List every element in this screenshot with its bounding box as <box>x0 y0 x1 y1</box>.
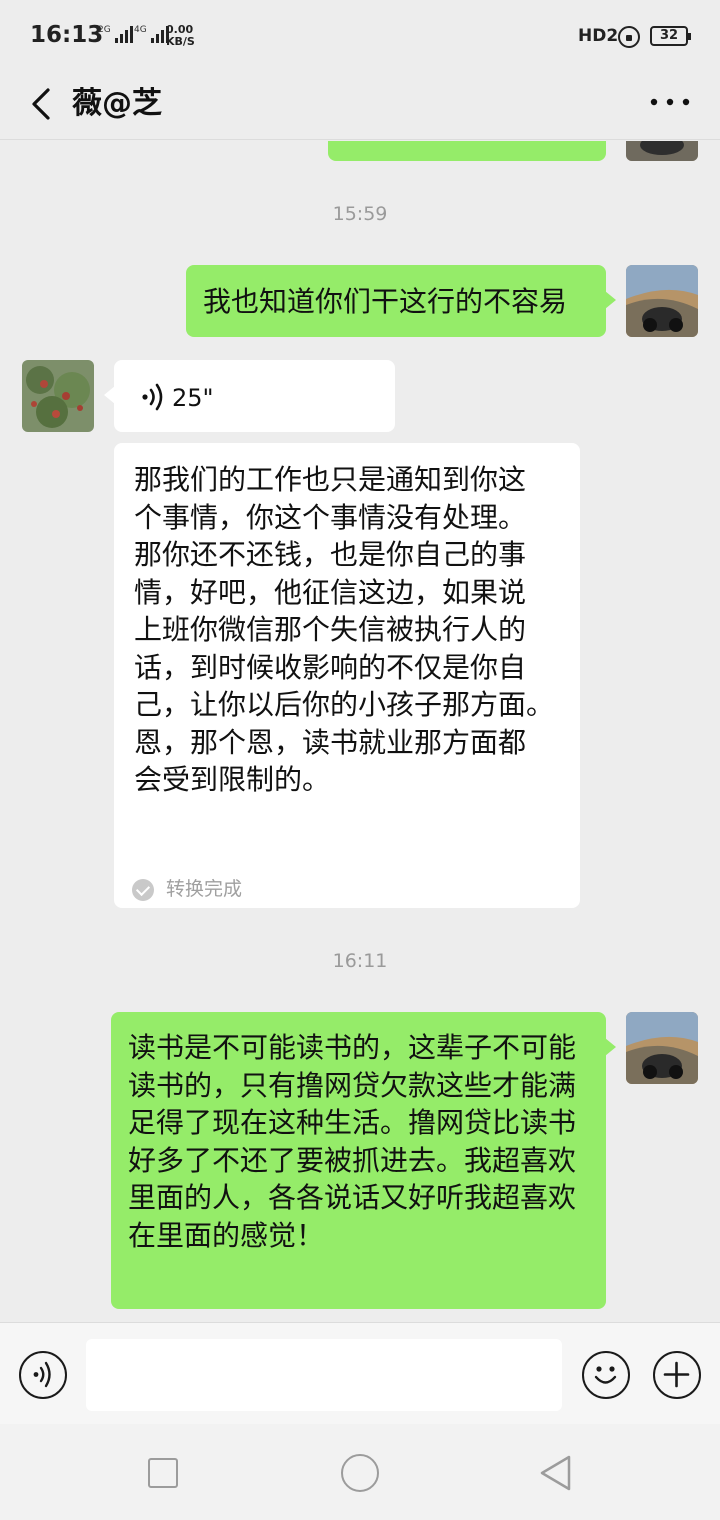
timestamp: 15:59 <box>332 203 388 225</box>
network-speed-unit: KB/S <box>166 35 195 48</box>
message-line: 读书是不可能读书的，这辈子不可能 <box>128 1031 577 1064</box>
voice-message-bubble[interactable]: 25" <box>104 360 395 432</box>
message-bubble-sent[interactable]: 读书是不可能读书的，这辈子不可能 读书的，只有撸网贷欠款这些才能满 足得了现在这… <box>111 1012 616 1309</box>
network-speed: 0.00 KB/S <box>166 24 195 48</box>
plus-icon[interactable] <box>653 1351 701 1399</box>
transcript-line: 个事情，你这个事情没有处理。 <box>134 500 527 534</box>
transcript-line: 话，到时候收影响的不仅是你自 <box>134 650 527 684</box>
avatar-self[interactable] <box>626 141 698 161</box>
message-bubble-sent[interactable]: 我也知道你们干这行的不容易 <box>186 265 616 337</box>
message-text: 我也知道你们干这行的不容易 <box>203 285 568 318</box>
home-icon[interactable] <box>341 1454 379 1492</box>
transcript-text: 那我们的工作也只是通知到你这 个事情，你这个事情没有处理。 那你还不还钱，也是你… <box>134 461 574 799</box>
network-type-label: 4G <box>134 25 147 35</box>
hd-voice-icon: HD2 <box>578 26 619 46</box>
signal-strength-icon: 2G <box>98 26 133 43</box>
message-line: 好多了不还了要被抓进去。我超喜欢 <box>128 1143 577 1177</box>
transcript-line: 那你还不还钱，也是你自己的事 <box>134 538 527 571</box>
voice-wave-icon <box>142 383 163 411</box>
transcript-status: 转换完成 <box>132 871 242 909</box>
voice-input-icon[interactable] <box>19 1351 67 1399</box>
transcript-line: 情，好吧，他征信这边，如果说 <box>134 575 527 609</box>
transcript-line: 会受到限制的。 <box>134 763 331 796</box>
check-circle-icon <box>132 878 154 901</box>
message-input[interactable] <box>86 1339 562 1411</box>
battery-icon: 32 <box>650 26 691 46</box>
message-line: 足得了现在这种生活。撸网贷比读书 <box>128 1106 577 1139</box>
message-line: 读书的，只有撸网贷欠款这些才能满 <box>128 1068 577 1102</box>
more-horizontal-icon[interactable] <box>648 92 692 112</box>
chat-message-list[interactable]: 15:59 我也知道你们干这行的不容易 25" 那我们的工作也只是通知到你这 个… <box>0 141 720 1321</box>
rotation-lock-icon <box>618 26 640 48</box>
timestamp: 16:11 <box>332 950 388 972</box>
chat-title: 薇@芝 <box>72 86 162 121</box>
transcript-line: 己，让你以后你的小孩子那方面。 <box>134 688 555 721</box>
chevron-left-icon[interactable] <box>26 86 62 122</box>
emoji-icon[interactable] <box>582 1351 630 1399</box>
transcript-line: 那我们的工作也只是通知到你这 <box>134 463 527 496</box>
transcript-status-label: 转换完成 <box>166 878 243 900</box>
avatar-self[interactable] <box>626 265 698 337</box>
message-bubble-sent[interactable] <box>328 141 606 161</box>
avatar-self[interactable] <box>626 1012 698 1084</box>
system-navigation-bar <box>0 1424 720 1520</box>
voice-transcript-bubble[interactable]: 那我们的工作也只是通知到你这 个事情，你这个事情没有处理。 那你还不还钱，也是你… <box>114 443 580 908</box>
message-line: 在里面的感觉！ <box>128 1218 325 1252</box>
chat-header: 薇@芝 <box>0 70 720 140</box>
message-input-bar <box>0 1322 720 1424</box>
avatar-contact[interactable] <box>22 360 94 432</box>
voice-duration: 25" <box>172 384 214 412</box>
status-time: 16:13 <box>30 22 104 48</box>
recent-apps-icon[interactable] <box>148 1458 178 1488</box>
message-line: 里面的人，各各说话又好听我超喜欢 <box>128 1181 577 1214</box>
transcript-line: 上班你微信那个失信被执行人的 <box>134 613 527 646</box>
transcript-line: 恩，那个恩，读书就业那方面都 <box>134 725 527 759</box>
status-bar: 16:13 2G 4G 0.00 KB/S HD2 32 <box>0 0 720 70</box>
network-type-label: 2G <box>98 25 111 35</box>
signal-strength-icon: 4G <box>134 26 169 43</box>
back-triangle-icon[interactable] <box>538 1454 572 1492</box>
